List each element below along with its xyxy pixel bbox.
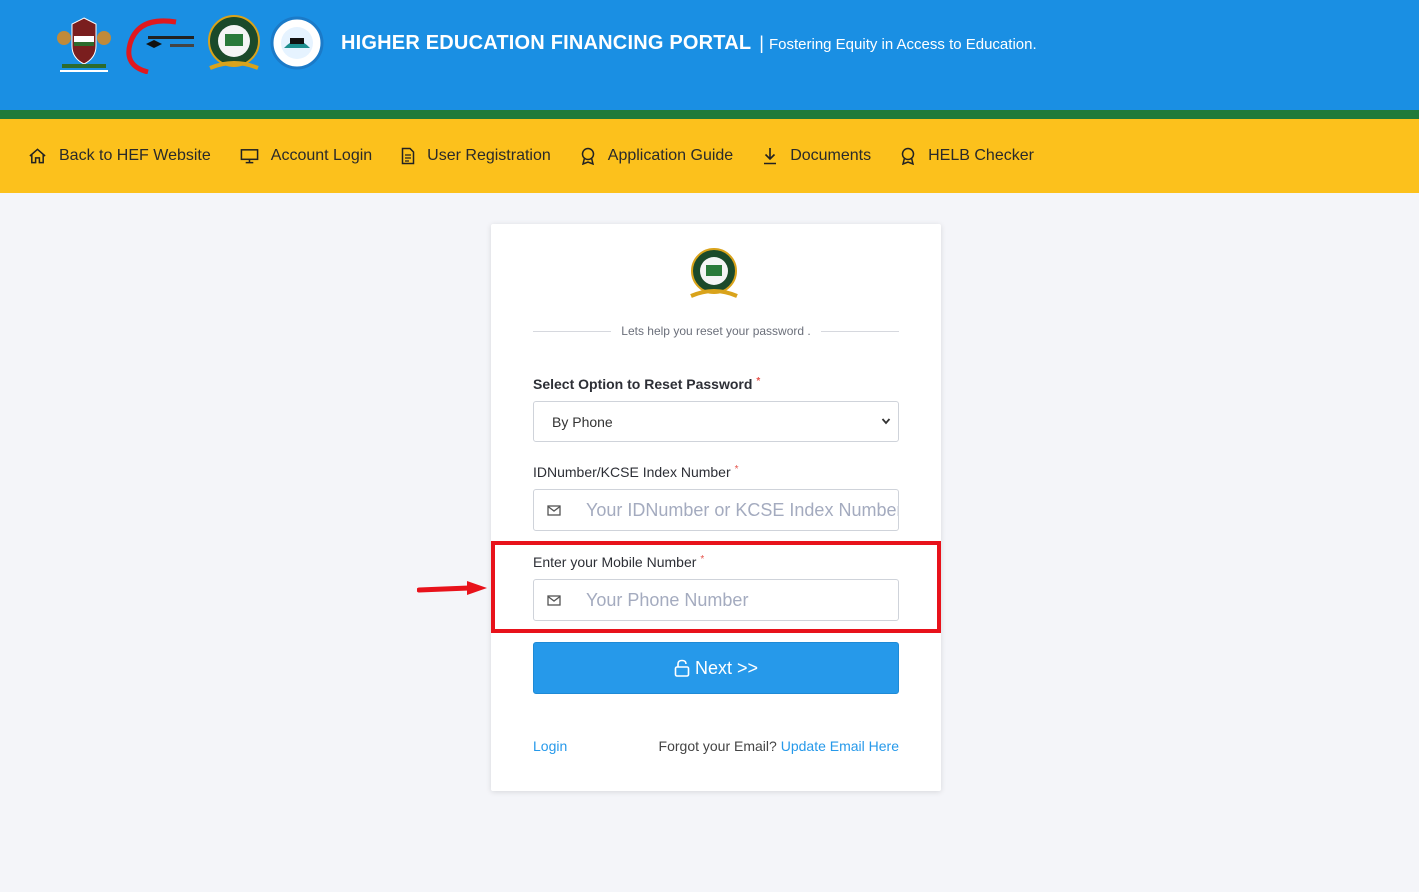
- next-button-label: Next >>: [694, 657, 759, 678]
- next-button[interactable]: Next >>: [533, 642, 899, 694]
- award-icon: [901, 147, 915, 165]
- nav-label: HELB Checker: [928, 147, 1034, 164]
- helb-logo: [208, 15, 260, 70]
- id-number-label: IDNumber/KCSE Index Number *: [533, 464, 739, 480]
- helb-logo: [690, 248, 738, 298]
- nav-label: Documents: [790, 147, 872, 164]
- header-logos: [56, 14, 324, 74]
- reset-password-card: Lets help you reset your password . Sele…: [491, 224, 941, 791]
- required-mark: *: [756, 376, 761, 387]
- reset-option-select[interactable]: By Phone: [533, 401, 899, 442]
- id-number-placeholder: Your IDNumber or KCSE Index Number: [586, 499, 899, 520]
- nav-back-to-hef-website[interactable]: Back to HEF Website: [28, 147, 211, 165]
- universities-fund-logo: [270, 16, 324, 70]
- reset-option-label: Select Option to Reset Password *: [533, 376, 761, 392]
- nav-documents[interactable]: Documents: [762, 147, 871, 165]
- highlight-box: [491, 541, 941, 633]
- main-nav: Back to HEF Website Account Login User R…: [0, 119, 1419, 193]
- portal-brand: HIGHER EDUCATION FINANCING PORTAL | Fost…: [341, 32, 1037, 55]
- ministry-education-logo: [126, 18, 194, 74]
- id-number-input[interactable]: Your IDNumber or KCSE Index Number: [533, 489, 899, 531]
- pointer-arrow-icon: [417, 581, 487, 595]
- nav-label: User Registration: [427, 147, 551, 164]
- kenya-coat-of-arms-logo: [57, 17, 111, 72]
- update-email-link[interactable]: Update Email Here: [781, 738, 899, 754]
- award-icon: [581, 147, 595, 165]
- document-icon: [401, 147, 415, 165]
- reset-option-value: By Phone: [552, 413, 613, 430]
- subtitle-divider: Lets help you reset your password .: [533, 324, 899, 338]
- portal-title: HIGHER EDUCATION FINANCING PORTAL: [341, 32, 752, 54]
- chevron-down-icon: [881, 418, 891, 425]
- nav-label: Application Guide: [607, 147, 734, 164]
- nav-helb-checker[interactable]: HELB Checker: [900, 147, 1034, 165]
- required-mark: *: [734, 464, 739, 475]
- nav-account-login[interactable]: Account Login: [240, 147, 372, 165]
- form-subtitle: Lets help you reset your password .: [621, 324, 811, 338]
- nav-label: Back to HEF Website: [59, 147, 211, 164]
- login-link[interactable]: Login: [533, 738, 567, 754]
- nav-label: Account Login: [270, 147, 373, 164]
- brand-separator: |: [759, 33, 764, 53]
- accent-stripe: [0, 110, 1419, 119]
- header-bar: HIGHER EDUCATION FINANCING PORTAL | Fost…: [0, 0, 1419, 110]
- download-icon: [764, 148, 777, 165]
- unlock-icon: [674, 659, 690, 677]
- nav-user-registration[interactable]: User Registration: [401, 147, 551, 165]
- envelope-icon: [547, 504, 561, 516]
- portal-tagline: Fostering Equity in Access to Education.: [768, 36, 1037, 53]
- home-icon: [29, 148, 46, 164]
- monitor-icon: [240, 149, 259, 164]
- forgot-email-text: Forgot your Email?: [658, 738, 777, 754]
- nav-application-guide[interactable]: Application Guide: [580, 147, 733, 165]
- forgot-email-row: Forgot your Email? Update Email Here: [659, 738, 899, 754]
